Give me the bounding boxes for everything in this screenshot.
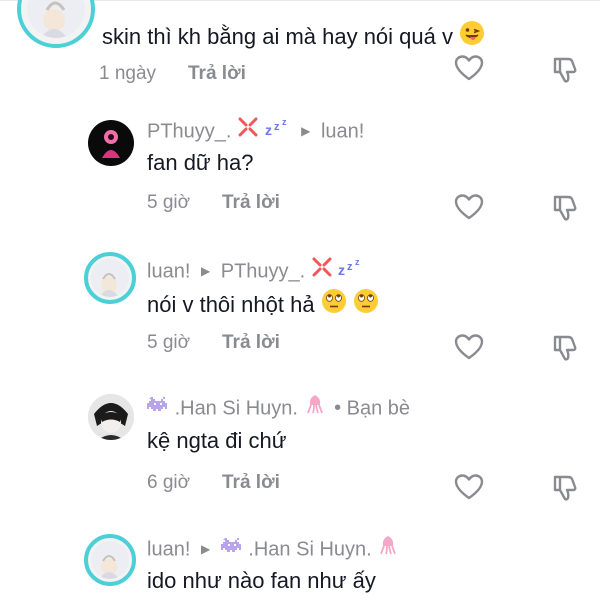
comment-text: nói v thôi nhột hả bbox=[147, 288, 379, 322]
squid-icon bbox=[377, 534, 399, 562]
right-triangle-icon: ▶ bbox=[200, 542, 211, 557]
heart-outline-icon[interactable] bbox=[454, 54, 484, 82]
right-triangle-icon: ▶ bbox=[301, 124, 311, 139]
squid-icon bbox=[304, 393, 326, 421]
avatar[interactable] bbox=[88, 394, 134, 440]
sleeping-zzz-icon: z z z bbox=[338, 257, 364, 283]
thumbs-down-outline-icon[interactable] bbox=[551, 192, 581, 222]
avatar[interactable] bbox=[88, 120, 134, 166]
svg-text:z: z bbox=[282, 117, 287, 127]
avatar-image bbox=[102, 130, 120, 158]
space-invader-icon bbox=[220, 536, 243, 560]
reply-button[interactable]: Trả lời bbox=[188, 63, 246, 85]
right-triangle-icon: ▶ bbox=[200, 264, 211, 279]
comment-username[interactable]: luan! ▶ .Han Si Huyn. bbox=[147, 536, 399, 564]
svg-text:z: z bbox=[355, 257, 360, 267]
comment-time: 5 giờ bbox=[147, 332, 191, 353]
reply-button[interactable]: Trả lời bbox=[222, 332, 280, 354]
svg-text:z: z bbox=[274, 121, 280, 133]
comment-text: skin thì kh bằng ai mà hay nói quá v bbox=[102, 20, 485, 54]
comment-item: PThuyy_. z z z ▶ luan! fan dữ ha? 5 giờ … bbox=[0, 110, 600, 240]
comment-text: kệ ngta đi chứ bbox=[147, 428, 287, 453]
friend-badge: Bạn bè bbox=[346, 397, 411, 420]
anger-symbol-icon bbox=[237, 116, 259, 144]
avatar-image bbox=[41, 1, 67, 38]
comment-item: skin thì kh bằng ai mà hay nói quá v 1 n… bbox=[0, 0, 600, 100]
avatar-image bbox=[99, 273, 119, 297]
space-invader-icon bbox=[147, 395, 169, 419]
eye-roll-emoji-icon bbox=[353, 288, 379, 320]
avatar-image bbox=[99, 555, 119, 579]
comment-time: 1 ngày bbox=[99, 63, 157, 84]
svg-text:z: z bbox=[338, 262, 345, 277]
thumbs-down-outline-icon[interactable] bbox=[551, 472, 581, 502]
sleeping-zzz-icon: z z z bbox=[265, 117, 291, 143]
comment-text: ido như nào fan như ấy bbox=[147, 568, 376, 593]
comment-time: 6 giờ bbox=[147, 472, 191, 493]
comment-text: fan dữ ha? bbox=[147, 150, 254, 175]
eye-roll-emoji-icon bbox=[321, 288, 347, 320]
comment-item: .Han Si Huyn. • Bạn bè kệ ngta đi chứ 6 … bbox=[0, 390, 600, 520]
comment-username[interactable]: .Han Si Huyn. • Bạn bè bbox=[147, 395, 410, 423]
comment-time: 5 giờ bbox=[147, 192, 191, 213]
heart-outline-icon[interactable] bbox=[454, 193, 484, 221]
anger-symbol-icon bbox=[311, 256, 333, 284]
reply-button[interactable]: Trả lời bbox=[222, 472, 280, 494]
avatar-image bbox=[88, 394, 134, 440]
avatar[interactable] bbox=[17, 0, 95, 48]
comment-username[interactable]: PThuyy_. z z z ▶ luan! bbox=[147, 116, 364, 146]
heart-outline-icon[interactable] bbox=[454, 473, 484, 501]
comment-item: luan! ▶ PThuyy_. z z z nói v thôi nhột h… bbox=[0, 250, 600, 380]
thumbs-down-outline-icon[interactable] bbox=[551, 54, 581, 84]
comment-item: luan! ▶ .Han Si Huyn. ido như nào fan nh… bbox=[0, 528, 600, 609]
winking-tongue-emoji-icon bbox=[459, 20, 485, 52]
comment-username[interactable]: luan! ▶ PThuyy_. z z z bbox=[147, 256, 364, 286]
heart-outline-icon[interactable] bbox=[454, 333, 484, 361]
thumbs-down-outline-icon[interactable] bbox=[551, 332, 581, 362]
avatar[interactable] bbox=[84, 534, 136, 586]
avatar[interactable] bbox=[84, 252, 136, 304]
reply-button[interactable]: Trả lời bbox=[222, 192, 280, 214]
svg-text:z: z bbox=[347, 261, 353, 273]
svg-text:z: z bbox=[265, 122, 272, 137]
